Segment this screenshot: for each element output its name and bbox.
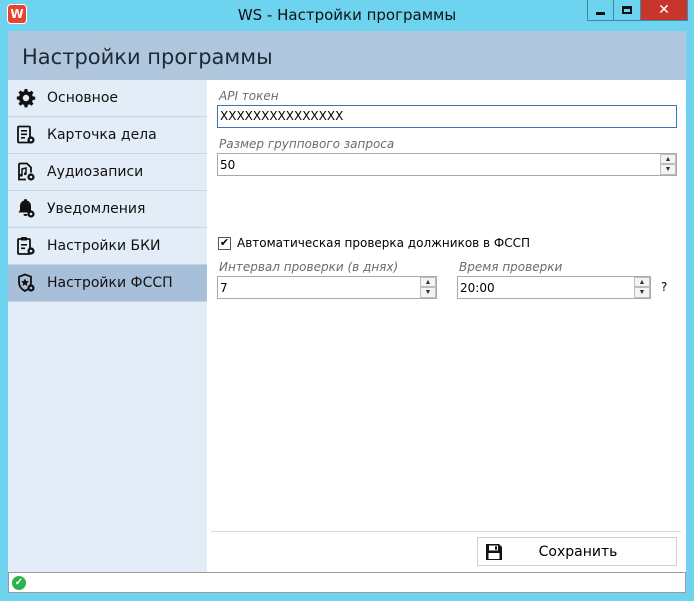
chevron-up-icon[interactable]: ▲ [660, 154, 676, 164]
sidebar-item-label: Уведомления [47, 201, 146, 217]
audio-file-icon [15, 161, 37, 183]
auto-check-row[interactable]: ✔ Автоматическая проверка должников в ФС… [218, 236, 530, 250]
chevron-down-icon[interactable]: ▼ [420, 287, 436, 298]
save-button-label: Сохранить [538, 543, 618, 560]
maximize-icon [622, 6, 632, 14]
case-card-icon [15, 124, 37, 146]
sidebar-item-notifications[interactable]: Уведомления [8, 191, 207, 228]
status-bar: ✓ [8, 572, 686, 593]
footer-divider [211, 531, 681, 532]
auto-check-label: Автоматическая проверка должников в ФССП [237, 236, 531, 250]
api-token-input[interactable]: XXXXXXXXXXXXXXX [217, 105, 677, 128]
page-header: Настройки программы [8, 31, 686, 80]
save-button[interactable]: Сохранить [477, 537, 677, 566]
sidebar-item-label: Настройки ФССП [47, 275, 173, 291]
help-icon[interactable]: ? [661, 280, 667, 294]
sidebar-item-label: Основное [47, 90, 119, 106]
bell-icon [15, 198, 37, 220]
batch-size-label: Размер группового запроса [219, 137, 395, 151]
minimize-icon [596, 11, 605, 15]
clipboard-gear-icon [15, 235, 37, 257]
check-time-value: 20:00 [460, 281, 495, 295]
sidebar-item-case-card[interactable]: Карточка дела [8, 117, 207, 154]
sidebar-item-label: Аудиозаписи [47, 164, 144, 180]
stepper-arrows: ▲ ▼ [634, 277, 650, 298]
maximize-button[interactable] [614, 0, 641, 21]
sidebar-item-general[interactable]: Основное [8, 80, 207, 117]
chevron-down-icon[interactable]: ▼ [660, 164, 676, 175]
minimize-button[interactable] [587, 0, 614, 21]
stepper-arrows: ▲ ▼ [420, 277, 436, 298]
sidebar-item-audio[interactable]: Аудиозаписи [8, 154, 207, 191]
check-interval-stepper[interactable]: 7 ▲ ▼ [217, 276, 437, 299]
page-title: Настройки программы [22, 45, 273, 69]
chevron-down-icon[interactable]: ▼ [634, 287, 650, 298]
close-button[interactable]: ✕ [641, 0, 688, 21]
stepper-arrows: ▲ ▼ [660, 154, 676, 175]
settings-sidebar: Основное Карточка дела Аудиозаписи Уведо… [8, 80, 207, 572]
sidebar-item-bki[interactable]: Настройки БКИ [8, 228, 207, 265]
chevron-up-icon[interactable]: ▲ [634, 277, 650, 287]
api-token-label: API токен [219, 89, 279, 103]
badge-gear-icon [15, 272, 37, 294]
title-bar[interactable]: W WS - Настройки программы ✕ [0, 0, 694, 31]
gear-icon [15, 87, 37, 109]
check-circle-icon: ✓ [12, 576, 26, 590]
check-interval-label: Интервал проверки (в днях) [219, 260, 399, 274]
batch-size-stepper[interactable]: 50 ▲ ▼ [217, 153, 677, 176]
check-time-label: Время проверки [459, 260, 563, 274]
batch-size-value: 50 [220, 158, 236, 172]
check-interval-value: 7 [220, 281, 228, 295]
settings-window: W WS - Настройки программы ✕ Настройки п… [0, 0, 694, 601]
chevron-up-icon[interactable]: ▲ [420, 277, 436, 287]
sidebar-item-label: Настройки БКИ [47, 238, 161, 254]
sidebar-item-fssp[interactable]: Настройки ФССП [8, 265, 207, 302]
auto-check-checkbox[interactable]: ✔ [218, 236, 231, 250]
sidebar-item-label: Карточка дела [47, 127, 157, 143]
close-icon: ✕ [658, 2, 670, 18]
check-time-stepper[interactable]: 20:00 ▲ ▼ [457, 276, 651, 299]
settings-content: API токен XXXXXXXXXXXXXXX Размер группов… [207, 80, 686, 572]
client-area: Настройки программы Основное Карточка де… [8, 31, 686, 593]
